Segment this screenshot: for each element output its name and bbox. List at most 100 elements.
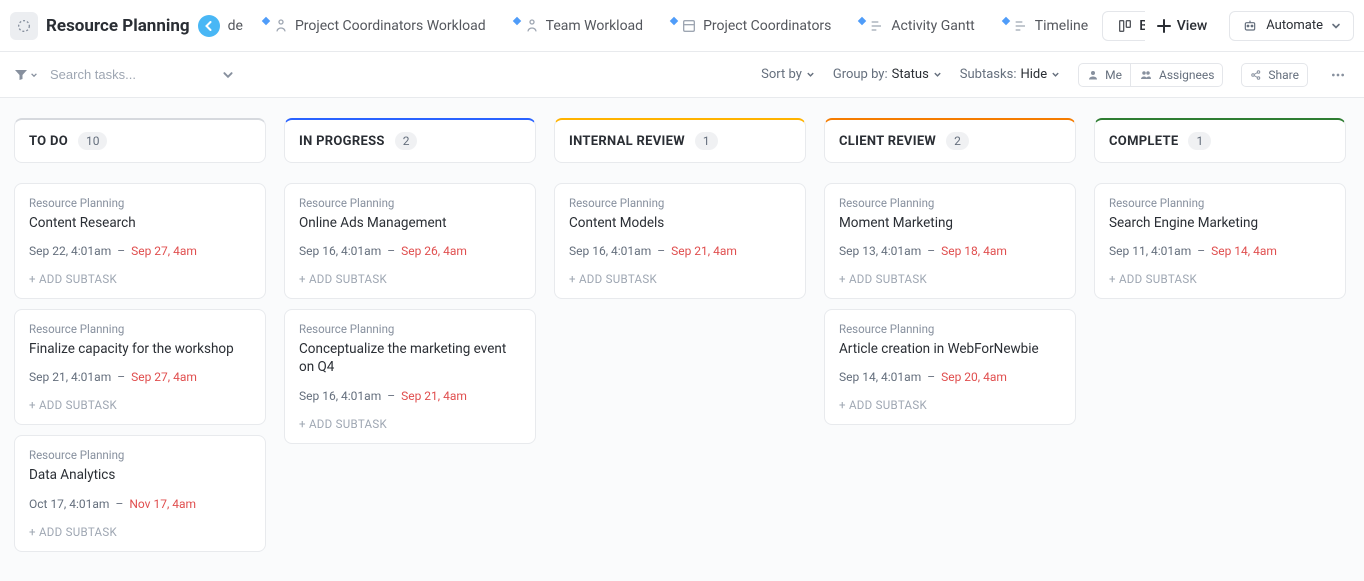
task-card[interactable]: Resource Planning Content Research Sep 22,…: [14, 183, 266, 299]
share-button[interactable]: Share: [1241, 63, 1308, 87]
due-date: Sep 14, 4am: [1211, 244, 1277, 258]
scroll-left-button[interactable]: [198, 15, 220, 37]
task-dates: Sep 16, 4:01am–Sep 21, 4am: [569, 244, 791, 258]
task-card[interactable]: Resource PlanningConceptualize the marke…: [284, 309, 536, 443]
task-breadcrumb: Resource Planning: [839, 322, 1061, 336]
task-breadcrumb: Resource Planning: [29, 196, 251, 210]
add-subtask-button[interactable]: + ADD SUBTASK: [569, 272, 791, 286]
column-header[interactable]: TO DO10: [14, 118, 266, 163]
column-title: INTERNAL REVIEW: [569, 134, 685, 149]
task-title: Content Models: [569, 214, 791, 232]
gantt-icon: [869, 18, 885, 34]
chevron-down-icon: [1331, 21, 1341, 31]
task-breadcrumb: Resource Planning: [1109, 196, 1331, 210]
task-dates: Sep 13, 4:01am–Sep 18, 4am: [839, 244, 1061, 258]
column-title: CLIENT REVIEW: [839, 134, 936, 149]
add-view-button[interactable]: View: [1145, 12, 1220, 40]
automate-button[interactable]: Automate: [1229, 11, 1354, 41]
tab-project-coordinators-workload[interactable]: Project Coordinators Workload: [249, 12, 500, 40]
task-dates: Sep 16, 4:01am–Sep 26, 4am: [299, 244, 521, 258]
pin-icon: [670, 16, 678, 24]
add-subtask-button[interactable]: + ADD SUBTASK: [839, 398, 1061, 412]
subtasks-button[interactable]: Subtasks: Hide: [960, 67, 1060, 82]
start-date: Sep 16, 4:01am: [299, 389, 381, 403]
column-header[interactable]: IN PROGRESS2: [284, 118, 536, 163]
task-breadcrumb: Resource Planning: [29, 448, 251, 462]
start-date: Oct 17, 4:01am: [29, 497, 109, 511]
column-header[interactable]: INTERNAL REVIEW1: [554, 118, 806, 163]
due-date: Nov 17, 4am: [129, 497, 196, 511]
add-subtask-button[interactable]: + ADD SUBTASK: [299, 272, 521, 286]
start-date: Sep 14, 4:01am: [839, 370, 921, 384]
task-card[interactable]: Resource PlanningFinalize capacity for t…: [14, 309, 266, 425]
assignees-button[interactable]: Assignees: [1131, 63, 1223, 87]
start-date: Sep 16, 4:01am: [299, 244, 381, 258]
tab-timeline[interactable]: Timeline: [989, 12, 1102, 40]
task-title: Online Ads Management: [299, 214, 521, 232]
column-complete: COMPLETE1 Resource PlanningSearch Engine …: [1094, 118, 1346, 561]
gantt-icon: [1013, 18, 1029, 34]
task-card[interactable]: Resource PlanningSearch Engine Marketing…: [1094, 183, 1346, 299]
sort-by-button[interactable]: Sort by: [761, 67, 815, 82]
task-card[interactable]: Resource Planning Data Analytics Oct 17, 4…: [14, 435, 266, 551]
project-icon: [10, 12, 38, 40]
column-count: 2: [946, 132, 969, 150]
tab-board[interactable]: Board: [1102, 11, 1145, 41]
tab-activity-gantt[interactable]: Activity Gantt: [845, 12, 988, 40]
task-title: Article creation in WebForNewbie: [839, 340, 1061, 358]
tab-label: Activity Gantt: [891, 18, 974, 34]
add-subtask-button[interactable]: + ADD SUBTASK: [299, 417, 521, 431]
tab-partial[interactable]: de: [222, 18, 249, 34]
group-by-button[interactable]: Group by: Status: [833, 67, 942, 82]
start-date: Sep 22, 4:01am: [29, 244, 111, 258]
task-title: Data Analytics: [29, 466, 251, 484]
search-options-button[interactable]: [222, 69, 234, 81]
tab-label: Project Coordinators Workload: [295, 18, 486, 34]
task-card[interactable]: Resource Planning Content Models Sep 16, 4…: [554, 183, 806, 299]
add-subtask-button[interactable]: + ADD SUBTASK: [29, 272, 251, 286]
filter-button[interactable]: [14, 68, 38, 82]
add-view-label: View: [1177, 18, 1208, 34]
start-date: Sep 11, 4:01am: [1109, 244, 1191, 258]
me-button[interactable]: Me: [1078, 63, 1131, 87]
task-card[interactable]: Resource PlanningMoment MarketingSep 13,…: [824, 183, 1076, 299]
task-dates: Sep 21, 4:01am–Sep 27, 4am: [29, 370, 251, 384]
due-date: Sep 20, 4am: [941, 370, 1007, 384]
due-date: Sep 26, 4am: [401, 244, 467, 258]
pin-icon: [262, 16, 270, 24]
board: TO DO10 Resource Planning Content Research…: [0, 98, 1364, 581]
tab-label: Timeline: [1035, 18, 1088, 34]
due-date: Sep 27, 4am: [131, 244, 197, 258]
add-subtask-button[interactable]: + ADD SUBTASK: [839, 272, 1061, 286]
more-options-button[interactable]: [1326, 63, 1350, 87]
tab-label: Project Coordinators: [703, 18, 831, 34]
task-dates: Sep 22, 4:01am–Sep 27, 4am: [29, 244, 251, 258]
column-count: 10: [78, 132, 108, 150]
start-date: Sep 16, 4:01am: [569, 244, 651, 258]
column-header[interactable]: COMPLETE1: [1094, 118, 1346, 163]
task-title: Content Research: [29, 214, 251, 232]
column-count: 1: [1188, 132, 1211, 150]
add-subtask-button[interactable]: + ADD SUBTASK: [29, 398, 251, 412]
tab-team-workload[interactable]: Team Workload: [500, 12, 657, 40]
add-subtask-button[interactable]: + ADD SUBTASK: [1109, 272, 1331, 286]
toolbar: Sort by Group by: Status Subtasks: Hide …: [0, 52, 1364, 98]
task-dates: Sep 11, 4:01am–Sep 14, 4am: [1109, 244, 1331, 258]
due-date: Sep 18, 4am: [941, 244, 1007, 258]
task-card[interactable]: Resource PlanningOnline Ads ManagementSe…: [284, 183, 536, 299]
search-input[interactable]: [48, 66, 208, 83]
task-card[interactable]: Resource Planning Article creation in Web…: [824, 309, 1076, 425]
due-date: Sep 21, 4am: [671, 244, 737, 258]
automate-label: Automate: [1266, 18, 1323, 33]
task-breadcrumb: Resource Planning: [569, 196, 791, 210]
due-date: Sep 21, 4am: [401, 389, 467, 403]
task-title: Moment Marketing: [839, 214, 1061, 232]
tab-label: Team Workload: [546, 18, 643, 34]
tab-label: Board: [1139, 18, 1145, 34]
pin-icon: [1002, 16, 1010, 24]
tab-project-coordinators[interactable]: Project Coordinators: [657, 12, 845, 40]
workload-icon: [524, 18, 540, 34]
add-subtask-button[interactable]: + ADD SUBTASK: [29, 525, 251, 539]
column-progress: IN PROGRESS2 Resource PlanningOnline Ads …: [284, 118, 536, 561]
column-header[interactable]: CLIENT REVIEW 2: [824, 118, 1076, 163]
